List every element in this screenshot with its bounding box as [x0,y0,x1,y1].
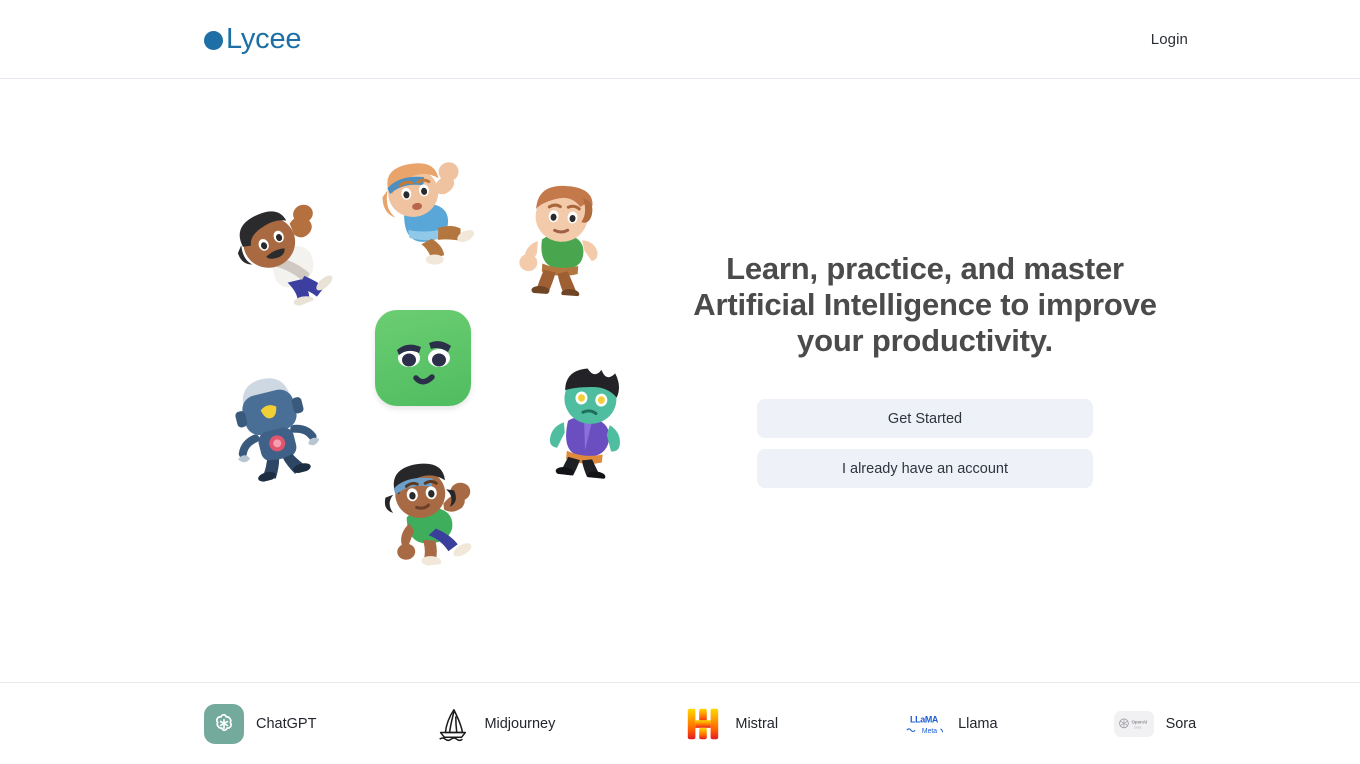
brand-name: Lycee [226,22,302,55]
character-man-dark-hair [221,183,351,321]
brand-dot-icon [204,30,223,50]
tool-sora[interactable]: OpenAI sora Sora [1113,704,1197,744]
character-zombie-green [537,362,644,481]
character-boy-green-shirt [512,181,615,298]
sora-icon: OpenAI sora [1113,704,1154,744]
site-header: Lycee Login [0,0,1360,79]
tool-mistral[interactable]: Mistral [683,704,778,744]
svg-text:Meta: Meta [922,727,937,734]
get-started-button[interactable]: Get Started [757,399,1093,439]
character-girl-headband [373,150,483,272]
page-title: Learn, practice, and master Artificial I… [693,250,1157,359]
tool-midjourney[interactable]: Midjourney [432,704,555,744]
tool-llama[interactable]: LLaMA Meta Llama [902,704,998,744]
chatgpt-icon [204,703,244,744]
svg-text:sora: sora [1134,725,1142,729]
login-link[interactable]: Login [1151,31,1188,48]
character-robot-blue [216,357,336,487]
character-girl-green-top [377,450,484,569]
hero-copy: Learn, practice, and master Artificial I… [690,251,1160,489]
svg-text:OpenAI: OpenAI [1131,719,1147,724]
character-illustration [220,155,650,585]
landing-page: Lycee Login Learn, practice, and master … [0,0,1360,764]
tool-label: Llama [958,715,998,732]
tool-label: Sora [1165,715,1197,732]
llama-meta-icon: LLaMA Meta [902,704,946,744]
tools-footer: ChatGPT Midjourney Mistral LLaMA Meta Ll… [0,682,1360,764]
brand-logo[interactable]: Lycee [204,22,302,55]
tool-chatgpt[interactable]: ChatGPT [204,703,317,744]
tool-label: Midjourney [484,715,556,732]
already-have-account-button[interactable]: I already have an account [757,449,1093,489]
mascot-face-icon [397,340,451,384]
mistral-icon [683,704,723,744]
mascot-avatar [375,309,471,406]
hero-section: Learn, practice, and master Artificial I… [0,79,1360,682]
tool-label: Mistral [735,715,779,732]
cta-group: Get Started I already have an account [757,399,1093,489]
svg-text:LLaMA: LLaMA [910,714,939,724]
midjourney-icon [432,704,472,744]
tool-label: ChatGPT [256,715,317,732]
